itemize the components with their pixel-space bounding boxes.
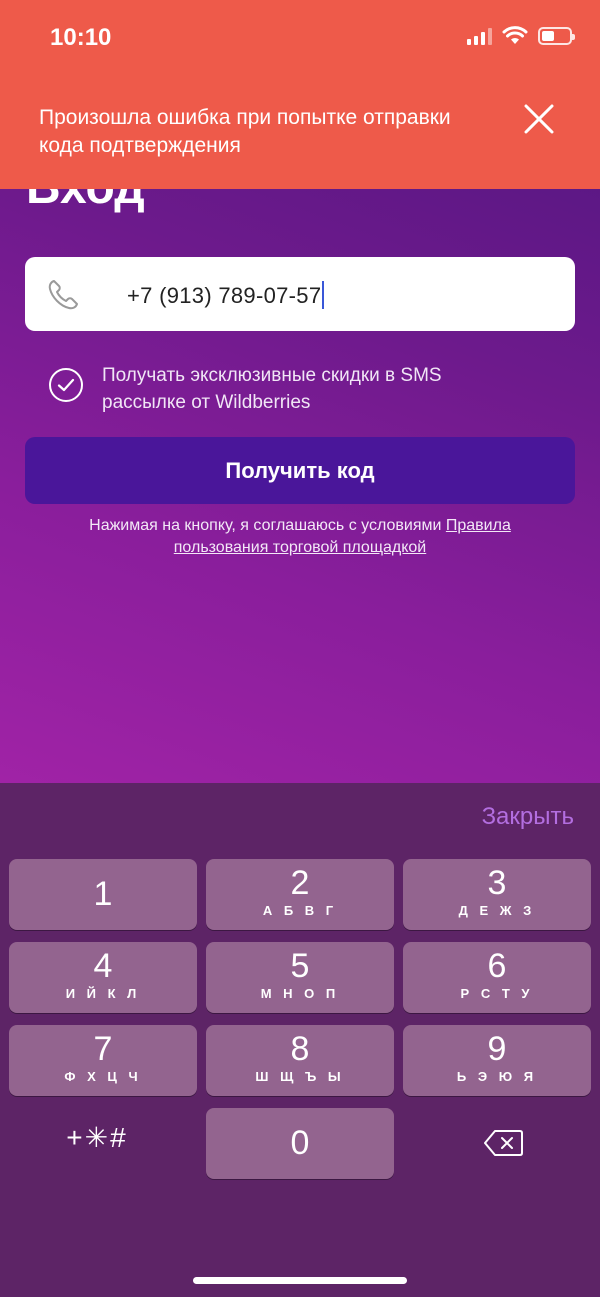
phone-icon bbox=[48, 280, 78, 310]
key-3[interactable]: 3Д Е Ж З bbox=[403, 859, 591, 930]
key-8[interactable]: 8Ш Щ Ъ Ы bbox=[206, 1025, 394, 1096]
delete-backspace-icon bbox=[484, 1130, 523, 1156]
checkmark-circle-icon[interactable] bbox=[48, 367, 84, 403]
key-symbols[interactable]: +✳# bbox=[3, 1108, 191, 1179]
status-time: 10:10 bbox=[50, 24, 112, 51]
key-6[interactable]: 6Р С Т У bbox=[403, 942, 591, 1013]
cellular-signal-icon bbox=[467, 27, 492, 45]
consent-label[interactable]: Получать эксклюзивные скидки в SMS рассы… bbox=[102, 362, 462, 416]
battery-icon bbox=[538, 27, 575, 45]
key-0[interactable]: 0 bbox=[206, 1108, 394, 1179]
get-code-button[interactable]: Получить код bbox=[25, 437, 575, 504]
key-5[interactable]: 5М Н О П bbox=[206, 942, 394, 1013]
close-icon[interactable] bbox=[520, 100, 558, 138]
phone-value: +7 (913) 789-07-57 bbox=[127, 281, 325, 309]
wifi-icon bbox=[502, 26, 528, 44]
key-2[interactable]: 2А Б В Г bbox=[206, 859, 394, 930]
key-7[interactable]: 7Ф Х Ц Ч bbox=[9, 1025, 197, 1096]
status-icons bbox=[467, 26, 575, 46]
home-indicator bbox=[193, 1277, 407, 1284]
delete-key[interactable] bbox=[403, 1108, 591, 1179]
key-9[interactable]: 9Ь Э Ю Я bbox=[403, 1025, 591, 1096]
key-1[interactable]: 1 bbox=[9, 859, 197, 930]
numeric-keyboard: Закрыть 1 2А Б В Г 3Д Е Ж З 4И Й К Л 5М … bbox=[0, 783, 600, 1297]
text-caret bbox=[322, 281, 325, 309]
terms-text: Нажимая на кнопку, я соглашаюсь с услови… bbox=[89, 517, 511, 556]
close-keyboard-button[interactable]: Закрыть bbox=[482, 803, 574, 831]
phone-input[interactable]: +7 (913) 789-07-57 bbox=[25, 257, 575, 331]
error-banner: 10:10 Произошла ошибка при попытке отпра… bbox=[0, 0, 600, 189]
error-message: Произошла ошибка при попытке отправки ко… bbox=[39, 106, 451, 157]
key-4[interactable]: 4И Й К Л bbox=[9, 942, 197, 1013]
